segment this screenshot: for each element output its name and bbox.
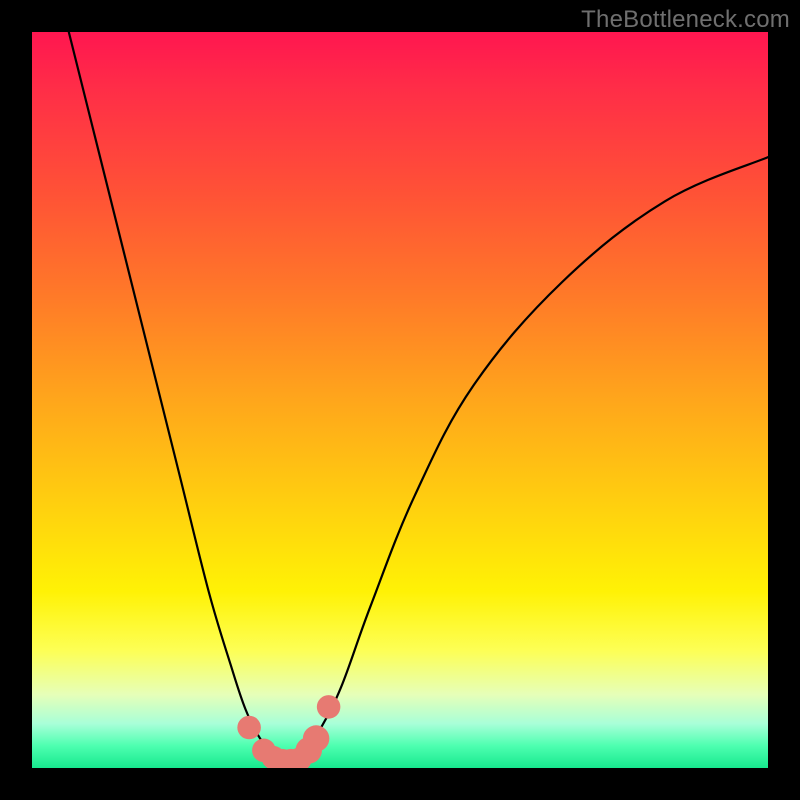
data-marker	[252, 739, 276, 763]
data-marker	[262, 746, 286, 768]
chart-frame: TheBottleneck.com	[0, 0, 800, 800]
data-marker	[237, 716, 261, 740]
data-marker	[279, 749, 303, 768]
data-marker	[270, 749, 294, 768]
data-marker	[303, 725, 330, 752]
plot-area	[32, 32, 768, 768]
markers-group	[237, 695, 340, 768]
data-marker	[288, 747, 312, 768]
watermark-text: TheBottleneck.com	[581, 6, 790, 34]
data-marker	[317, 695, 341, 719]
curve-right-branch	[290, 157, 768, 761]
data-marker	[295, 737, 322, 764]
curve-layer	[32, 32, 768, 768]
curve-left-branch	[69, 32, 290, 761]
